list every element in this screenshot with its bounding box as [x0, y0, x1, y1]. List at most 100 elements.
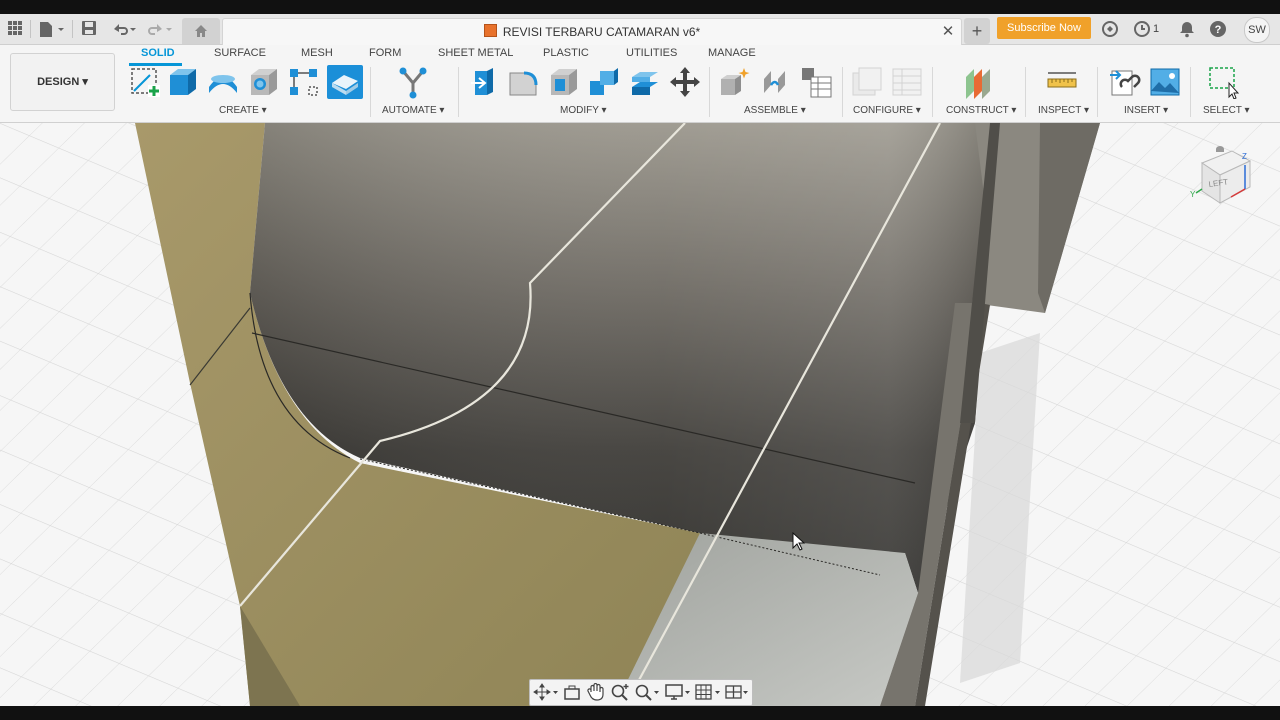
canvas-viewport[interactable]: LEFT Z Y — [0, 123, 1280, 706]
configure-group-label[interactable]: CONFIGURE ▾ — [853, 105, 921, 116]
toolbar-ribbon: DESIGN ▾ SOLID SURFACE MESH FORM SHEET M… — [0, 45, 1280, 123]
svg-text:Z: Z — [1242, 152, 1247, 161]
insert-group-label[interactable]: INSERT ▾ — [1124, 105, 1168, 116]
move-icon[interactable] — [668, 65, 702, 99]
redo-icon[interactable] — [146, 20, 174, 38]
tab-plastic[interactable]: PLASTIC — [543, 47, 589, 59]
group-separator — [458, 67, 459, 117]
svg-text:Y: Y — [1190, 190, 1196, 199]
new-tab-button[interactable]: + — [964, 18, 990, 44]
group-separator — [1097, 67, 1098, 117]
job-count: 1 — [1153, 23, 1160, 35]
automate-icon[interactable] — [396, 65, 430, 99]
insert-canvas-icon[interactable] — [1148, 65, 1182, 99]
tab-manage[interactable]: MANAGE — [708, 47, 756, 59]
select-group-label[interactable]: SELECT ▾ — [1203, 105, 1250, 116]
group-separator — [1025, 67, 1026, 117]
tab-sheet-metal[interactable]: SHEET METAL — [438, 47, 513, 59]
joint-icon[interactable] — [759, 65, 793, 99]
tab-solid[interactable]: SOLID — [141, 47, 175, 59]
derive-icon[interactable] — [327, 65, 363, 99]
create-group-label[interactable]: CREATE ▾ — [219, 105, 267, 116]
display-settings-icon[interactable] — [664, 683, 692, 701]
modify-group-text: MODIFY — [560, 105, 599, 116]
shell-icon[interactable] — [547, 65, 581, 99]
document-icon — [483, 24, 497, 37]
automate-group-label[interactable]: AUTOMATE ▾ — [382, 105, 444, 116]
screen-border-bottom — [0, 706, 1280, 720]
modify-group-label[interactable]: MODIFY ▾ — [560, 105, 607, 116]
workspace-switcher[interactable]: DESIGN ▾ — [10, 53, 115, 111]
table-icon[interactable] — [890, 65, 924, 99]
assemble-group-label[interactable]: ASSEMBLE ▾ — [744, 105, 806, 116]
document-title: REVISI TERBARU CATAMARAN v6* — [223, 24, 961, 39]
document-title-text: REVISI TERBARU CATAMARAN v6* — [502, 25, 701, 39]
fillet-icon[interactable] — [507, 65, 541, 99]
tab-utilities[interactable]: UTILITIES — [626, 47, 677, 59]
tab-mesh[interactable]: MESH — [301, 47, 333, 59]
file-icon[interactable] — [38, 20, 66, 38]
job-status-icon — [1134, 21, 1150, 37]
extrude-icon[interactable] — [166, 65, 200, 99]
bom-icon[interactable] — [799, 65, 833, 99]
offset-face-icon[interactable] — [628, 65, 662, 99]
undo-icon[interactable] — [110, 20, 138, 38]
press-pull-icon[interactable] — [467, 65, 501, 99]
configure-icon[interactable] — [850, 65, 884, 99]
separator — [30, 20, 31, 38]
pan-icon[interactable] — [586, 682, 606, 701]
insert-mesh-icon[interactable] — [1108, 65, 1142, 99]
help-icon[interactable]: ? — [1209, 20, 1227, 38]
home-tab[interactable] — [182, 18, 220, 44]
construct-group-text: CONSTRUCT — [946, 105, 1009, 116]
revolve-icon[interactable] — [206, 65, 240, 99]
combine-icon[interactable] — [587, 65, 621, 99]
navigation-bar — [529, 679, 753, 706]
assemble-group-text: ASSEMBLE — [744, 105, 798, 116]
user-avatar[interactable]: SW — [1244, 17, 1270, 43]
document-tab[interactable]: REVISI TERBARU CATAMARAN v6* ✕ — [222, 18, 962, 45]
separator — [72, 20, 73, 38]
group-separator — [932, 67, 933, 117]
group-separator — [842, 67, 843, 117]
zoom-icon[interactable] — [610, 683, 630, 701]
fit-icon[interactable] — [634, 683, 660, 701]
create-group-text: CREATE — [219, 105, 259, 116]
group-separator — [1190, 67, 1191, 117]
create-sketch-icon[interactable] — [128, 65, 162, 99]
job-status[interactable]: 1 — [1133, 20, 1163, 38]
insert-group-text: INSERT — [1124, 105, 1161, 116]
title-bar: REVISI TERBARU CATAMARAN v6* ✕ + Subscri… — [0, 14, 1280, 45]
offset-plane-icon[interactable] — [962, 65, 996, 99]
viewports-icon[interactable] — [724, 683, 750, 701]
screen-border-top — [0, 0, 1280, 14]
mouse-cursor — [792, 531, 806, 557]
grid-menu-icon[interactable] — [6, 20, 24, 38]
inspect-group-label[interactable]: INSPECT ▾ — [1038, 105, 1089, 116]
automate-group-text: AUTOMATE — [382, 105, 437, 116]
view-cube[interactable]: LEFT Z Y — [1188, 143, 1260, 215]
group-separator — [709, 67, 710, 117]
group-separator — [370, 67, 371, 117]
select-group-text: SELECT — [1203, 105, 1242, 116]
construct-group-label[interactable]: CONSTRUCT ▾ — [946, 105, 1016, 116]
inspect-group-text: INSPECT — [1038, 105, 1082, 116]
orbit-icon[interactable] — [533, 683, 559, 701]
model-canvas[interactable] — [0, 123, 1280, 706]
pattern-icon[interactable] — [287, 65, 321, 99]
hole-icon[interactable] — [247, 65, 281, 99]
measure-icon[interactable] — [1045, 65, 1079, 99]
grid-settings-icon[interactable] — [694, 683, 722, 701]
tab-surface[interactable]: SURFACE — [214, 47, 266, 59]
extensions-icon[interactable] — [1101, 20, 1119, 38]
subscribe-button[interactable]: Subscribe Now — [997, 17, 1091, 39]
notifications-icon[interactable] — [1178, 20, 1196, 38]
close-tab-icon[interactable]: ✕ — [939, 22, 957, 40]
save-icon[interactable] — [80, 20, 98, 38]
svg-text:?: ? — [1215, 24, 1222, 36]
look-at-icon[interactable] — [562, 683, 582, 701]
home-icon — [195, 25, 207, 37]
new-component-icon[interactable] — [718, 65, 752, 99]
tab-form[interactable]: FORM — [369, 47, 401, 59]
select-icon[interactable] — [1207, 65, 1241, 100]
